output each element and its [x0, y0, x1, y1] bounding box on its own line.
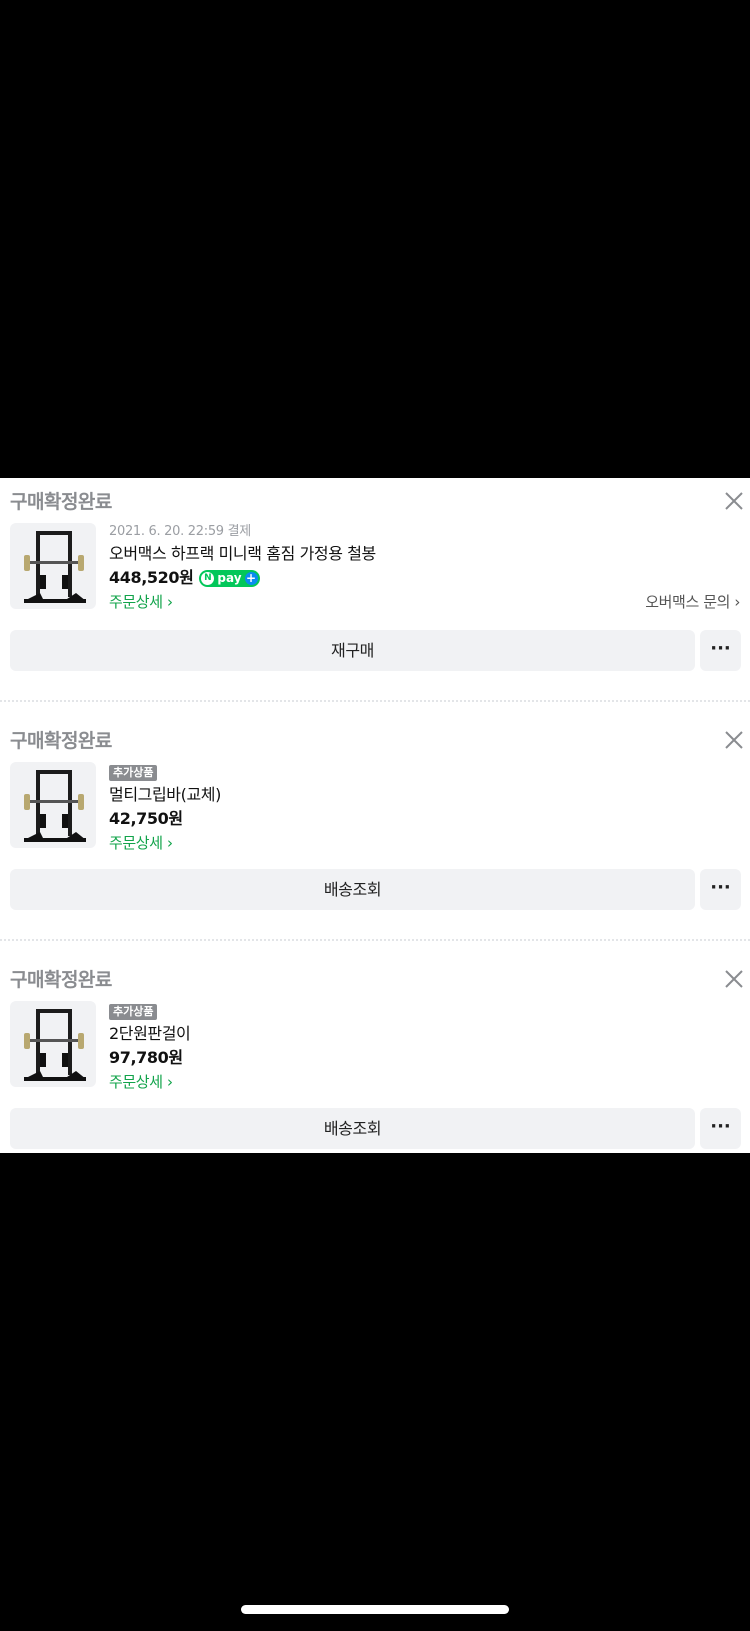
- additional-item-badge: 추가상품: [109, 765, 158, 781]
- close-icon[interactable]: [722, 728, 746, 752]
- price-row: 448,520원 N pay +: [109, 566, 740, 590]
- more-options-button[interactable]: ···: [700, 869, 741, 910]
- close-icon[interactable]: [722, 967, 746, 991]
- more-options-button[interactable]: ···: [700, 1108, 741, 1149]
- track-delivery-button[interactable]: 배송조회: [10, 1108, 695, 1149]
- product-info: 추가상품 2단원판걸이 97,780원 주문상세 ›: [109, 1000, 740, 1094]
- product-thumbnail[interactable]: [10, 1001, 96, 1087]
- npay-plus-logo: N pay +: [199, 569, 260, 587]
- additional-item-badge: 추가상품: [109, 1004, 158, 1020]
- order-status: 구매확정완료: [10, 969, 112, 991]
- order-detail-link[interactable]: 주문상세 ›: [109, 831, 173, 855]
- product-name[interactable]: 오버맥스 하프랙 미니랙 홈짐 가정용 철봉: [109, 542, 740, 566]
- order-detail-link[interactable]: 주문상세 ›: [109, 590, 173, 614]
- product-thumbnail[interactable]: [10, 523, 96, 609]
- order-status: 구매확정완료: [10, 730, 112, 752]
- plus-icon: +: [244, 570, 258, 585]
- order-card: 구매확정완료 추가상품 2단원판걸이 97,780원 주문상세 › 배송조회 ·…: [0, 956, 750, 1194]
- order-status: 구매확정완료: [10, 491, 112, 513]
- product-price: 97,780원: [109, 1048, 183, 1067]
- product-info: 추가상품 멀티그립바(교체) 42,750원 주문상세 ›: [109, 761, 740, 855]
- product-info: 2021. 6. 20. 22:59 결제 오버맥스 하프랙 미니랙 홈짐 가정…: [109, 522, 740, 614]
- payment-date: 2021. 6. 20. 22:59 결제: [109, 524, 251, 539]
- divider: [0, 939, 750, 941]
- track-delivery-button[interactable]: 배송조회: [10, 869, 695, 910]
- product-name[interactable]: 멀티그립바(교체): [109, 783, 740, 807]
- price-row: 97,780원: [109, 1046, 740, 1070]
- more-options-button[interactable]: ···: [700, 630, 741, 671]
- links-row: 주문상세 ›: [109, 831, 740, 855]
- home-indicator[interactable]: [241, 1605, 509, 1614]
- naver-n-icon: N: [201, 571, 215, 585]
- product-thumbnail[interactable]: [10, 762, 96, 848]
- product-name[interactable]: 2단원판걸이: [109, 1022, 740, 1046]
- rebuy-button[interactable]: 재구매: [10, 630, 695, 671]
- order-card: 구매확정완료 추가상품 멀티그립바(교체) 42,750원 주문상세 › 배송조…: [0, 717, 750, 955]
- npay-label: pay: [217, 570, 242, 585]
- price-row: 42,750원: [109, 807, 740, 831]
- product-price: 448,520원: [109, 568, 194, 587]
- close-icon[interactable]: [722, 489, 746, 513]
- order-detail-link[interactable]: 주문상세 ›: [109, 1070, 173, 1094]
- seller-inquiry-link[interactable]: 오버맥스 문의 ›: [645, 590, 740, 614]
- links-row: 주문상세 ›: [109, 1070, 740, 1094]
- order-card: 구매확정완료 2021. 6. 20. 22:59 결제 오버맥스 하프랙 미니…: [0, 478, 750, 716]
- product-price: 42,750원: [109, 809, 183, 828]
- order-list: 구매확정완료 2021. 6. 20. 22:59 결제 오버맥스 하프랙 미니…: [0, 478, 750, 1153]
- divider: [0, 700, 750, 702]
- links-row: 주문상세 › 오버맥스 문의 ›: [109, 590, 740, 614]
